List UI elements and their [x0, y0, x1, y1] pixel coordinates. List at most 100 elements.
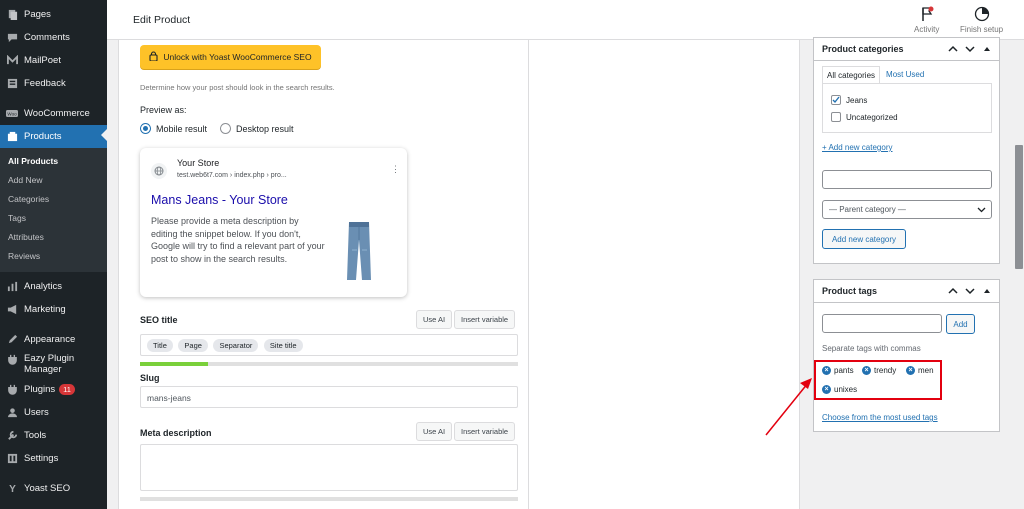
- checkbox-checked-icon: [831, 95, 841, 105]
- serp-title[interactable]: Mans Jeans - Your Store: [151, 193, 288, 207]
- seo-title-use-ai-button[interactable]: Use AI: [416, 310, 453, 329]
- plugins-icon: [6, 384, 18, 396]
- desktop-result-radio[interactable]: Desktop result: [220, 123, 294, 134]
- checkbox-unchecked-icon: [831, 112, 841, 122]
- svg-text:Woo: Woo: [7, 111, 17, 116]
- category-checklist: Jeans Uncategorized: [822, 83, 992, 133]
- preview-as-label: Preview as:: [140, 105, 187, 115]
- meta-description-insert-variable-button[interactable]: Insert variable: [454, 422, 516, 441]
- menu-item-analytics[interactable]: Analytics: [0, 275, 107, 298]
- add-tag-button[interactable]: Add: [946, 314, 975, 334]
- chevron-down-icon: [977, 205, 986, 216]
- globe-icon: [151, 163, 167, 179]
- menu-item-comments[interactable]: Comments: [0, 26, 107, 49]
- lock-icon: [149, 51, 158, 63]
- toggle-panel-icon[interactable]: [981, 285, 993, 297]
- radio-unchecked-icon: [220, 123, 231, 134]
- annotation-highlight-box: [814, 360, 942, 400]
- radio-checked-icon: [140, 123, 151, 134]
- meta-description-use-ai-button[interactable]: Use AI: [416, 422, 453, 441]
- serp-site-name: Your Store: [177, 158, 220, 168]
- plugins-update-count: 11: [59, 384, 75, 395]
- submenu-add-new[interactable]: Add New: [0, 171, 107, 190]
- product-categories-box: Product categories All categories Most U…: [813, 37, 1000, 264]
- seo-title-insert-variable-button[interactable]: Insert variable: [454, 310, 516, 329]
- menu-item-eazy-plugin-manager[interactable]: Eazy Plugin Manager: [0, 351, 107, 376]
- admin-sidebar: Pages Comments MailPoet Feedback Woo Woo…: [0, 0, 107, 509]
- yoast-icon: Y: [6, 483, 18, 495]
- appearance-icon: [6, 334, 18, 346]
- submenu-reviews[interactable]: Reviews: [0, 247, 107, 266]
- variable-pill-separator[interactable]: Separator: [213, 339, 259, 352]
- submenu-tags[interactable]: Tags: [0, 209, 107, 228]
- jeans-product-image: [346, 220, 372, 284]
- product-tags-header: Product tags: [814, 280, 999, 303]
- meta-description-label: Meta description: [140, 428, 212, 438]
- menu-item-settings[interactable]: Settings: [0, 447, 107, 470]
- move-up-icon[interactable]: [947, 285, 959, 297]
- meta-description-input[interactable]: [140, 444, 518, 491]
- serp-description: Please provide a meta description by edi…: [151, 216, 325, 264]
- woocommerce-icon: Woo: [6, 108, 18, 120]
- products-submenu: All Products Add New Categories Tags Att…: [0, 148, 107, 272]
- menu-item-plugins[interactable]: Plugins 11: [0, 378, 107, 401]
- page-scrollbar[interactable]: [1014, 40, 1024, 509]
- submenu-all-products[interactable]: All Products: [0, 152, 107, 171]
- choose-most-used-tags-link[interactable]: Choose from the most used tags: [822, 413, 938, 422]
- active-menu-arrow: [101, 129, 107, 141]
- move-down-icon[interactable]: [964, 43, 976, 55]
- serp-preview-card: Your Store test.web6t7.com › index.php ›…: [140, 148, 407, 297]
- move-down-icon[interactable]: [964, 285, 976, 297]
- unlock-yoast-woocommerce-button[interactable]: Unlock with Yoast WooCommerce SEO: [140, 45, 321, 69]
- pages-icon: [6, 9, 18, 21]
- progress-circle-icon: [974, 6, 990, 22]
- new-category-name-input[interactable]: [822, 170, 992, 189]
- meta-description-progress-bar: [140, 497, 518, 501]
- menu-item-tools[interactable]: Tools: [0, 424, 107, 447]
- tab-most-used[interactable]: Most Used: [880, 66, 929, 84]
- toggle-panel-icon[interactable]: [981, 43, 993, 55]
- users-icon: [6, 407, 18, 419]
- seo-title-progress-bar: [140, 362, 518, 366]
- new-tag-input[interactable]: [822, 314, 942, 333]
- slug-input[interactable]: mans-jeans: [140, 386, 518, 408]
- mobile-result-radio[interactable]: Mobile result: [140, 123, 207, 134]
- seo-title-input[interactable]: Title Page Separator Site title: [140, 334, 518, 356]
- move-up-icon[interactable]: [947, 43, 959, 55]
- variable-pill-site-title[interactable]: Site title: [263, 339, 303, 352]
- menu-item-pages[interactable]: Pages: [0, 3, 107, 26]
- top-header: Edit Product Activity Finish setup: [107, 0, 1024, 40]
- product-tags-box: Product tags Add Separate tags with comm…: [813, 279, 1000, 432]
- menu-item-feedback[interactable]: Feedback: [0, 72, 107, 95]
- product-categories-header: Product categories: [814, 38, 999, 61]
- mailpoet-icon: [6, 55, 18, 67]
- variable-pill-title[interactable]: Title: [147, 339, 173, 352]
- seo-title-progress-fill: [140, 362, 209, 366]
- menu-item-users[interactable]: Users: [0, 401, 107, 424]
- tab-all-categories[interactable]: All categories: [822, 66, 881, 84]
- category-jeans[interactable]: Jeans: [831, 95, 867, 105]
- add-new-category-link[interactable]: + Add new category: [822, 143, 893, 152]
- finish-setup-button[interactable]: Finish setup: [960, 6, 1003, 34]
- annotation-arrow-icon: [765, 378, 812, 436]
- more-vertical-icon: ⋮: [391, 164, 400, 174]
- parent-category-select[interactable]: — Parent category —: [822, 200, 992, 219]
- scrollbar-thumb[interactable]: [1015, 145, 1023, 269]
- column-divider: [528, 40, 529, 509]
- menu-item-yoast-seo[interactable]: Y Yoast SEO: [0, 477, 107, 500]
- tools-icon: [6, 430, 18, 442]
- marketing-icon: [6, 304, 18, 316]
- menu-item-products[interactable]: Products: [0, 125, 107, 148]
- submenu-categories[interactable]: Categories: [0, 190, 107, 209]
- menu-item-appearance[interactable]: Appearance: [0, 328, 107, 351]
- category-uncategorized[interactable]: Uncategorized: [831, 112, 898, 122]
- menu-item-woocommerce[interactable]: Woo WooCommerce: [0, 102, 107, 125]
- activity-button[interactable]: Activity: [914, 6, 939, 34]
- variable-pill-page[interactable]: Page: [178, 339, 208, 352]
- plugin-manager-icon: [6, 353, 18, 365]
- menu-item-mailpoet[interactable]: MailPoet: [0, 49, 107, 72]
- menu-item-marketing[interactable]: Marketing: [0, 298, 107, 321]
- submenu-attributes[interactable]: Attributes: [0, 228, 107, 247]
- add-new-category-button[interactable]: Add new category: [822, 229, 906, 249]
- slug-label: Slug: [140, 373, 160, 383]
